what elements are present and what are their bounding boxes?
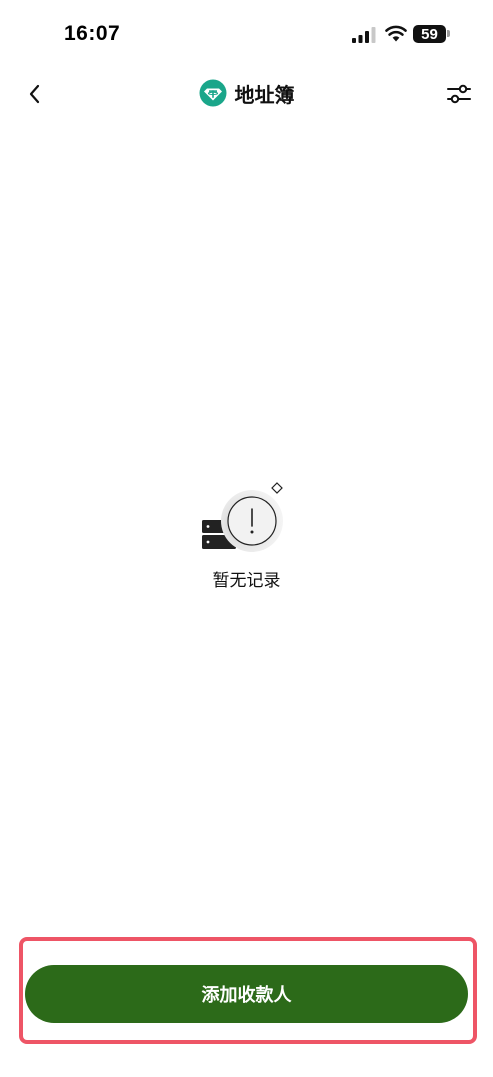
sliders-icon: [447, 84, 471, 104]
empty-message: 暂无记录: [212, 571, 281, 591]
page-title: 地址簿: [234, 82, 295, 107]
wifi-icon: [385, 25, 407, 42]
empty-state: 暂无记录: [0, 478, 493, 591]
battery-indicator: 59: [413, 25, 446, 43]
title-group: 地址簿: [0, 77, 493, 109]
cellular-signal-icon: [352, 27, 376, 43]
status-bar: 16:07 59: [0, 0, 493, 70]
filter-button[interactable]: [444, 79, 474, 109]
add-payee-button[interactable]: 添加收款人: [25, 965, 468, 1023]
address-book-screen: 16:07 59 地址簿 暂无记录 添加收款人: [0, 0, 493, 1077]
battery-level: 59: [421, 25, 438, 43]
status-time: 16:07: [64, 22, 121, 45]
header: 地址簿: [0, 70, 493, 118]
empty-record-icon: [201, 482, 283, 552]
tether-icon: [199, 79, 226, 107]
battery-cap: [447, 30, 450, 37]
